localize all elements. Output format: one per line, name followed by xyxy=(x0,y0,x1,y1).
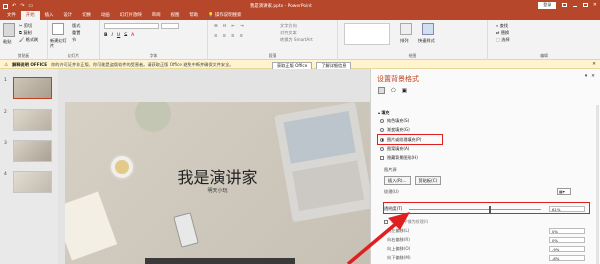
annotation-arrow xyxy=(346,212,410,264)
arrow-shaft xyxy=(346,220,400,264)
